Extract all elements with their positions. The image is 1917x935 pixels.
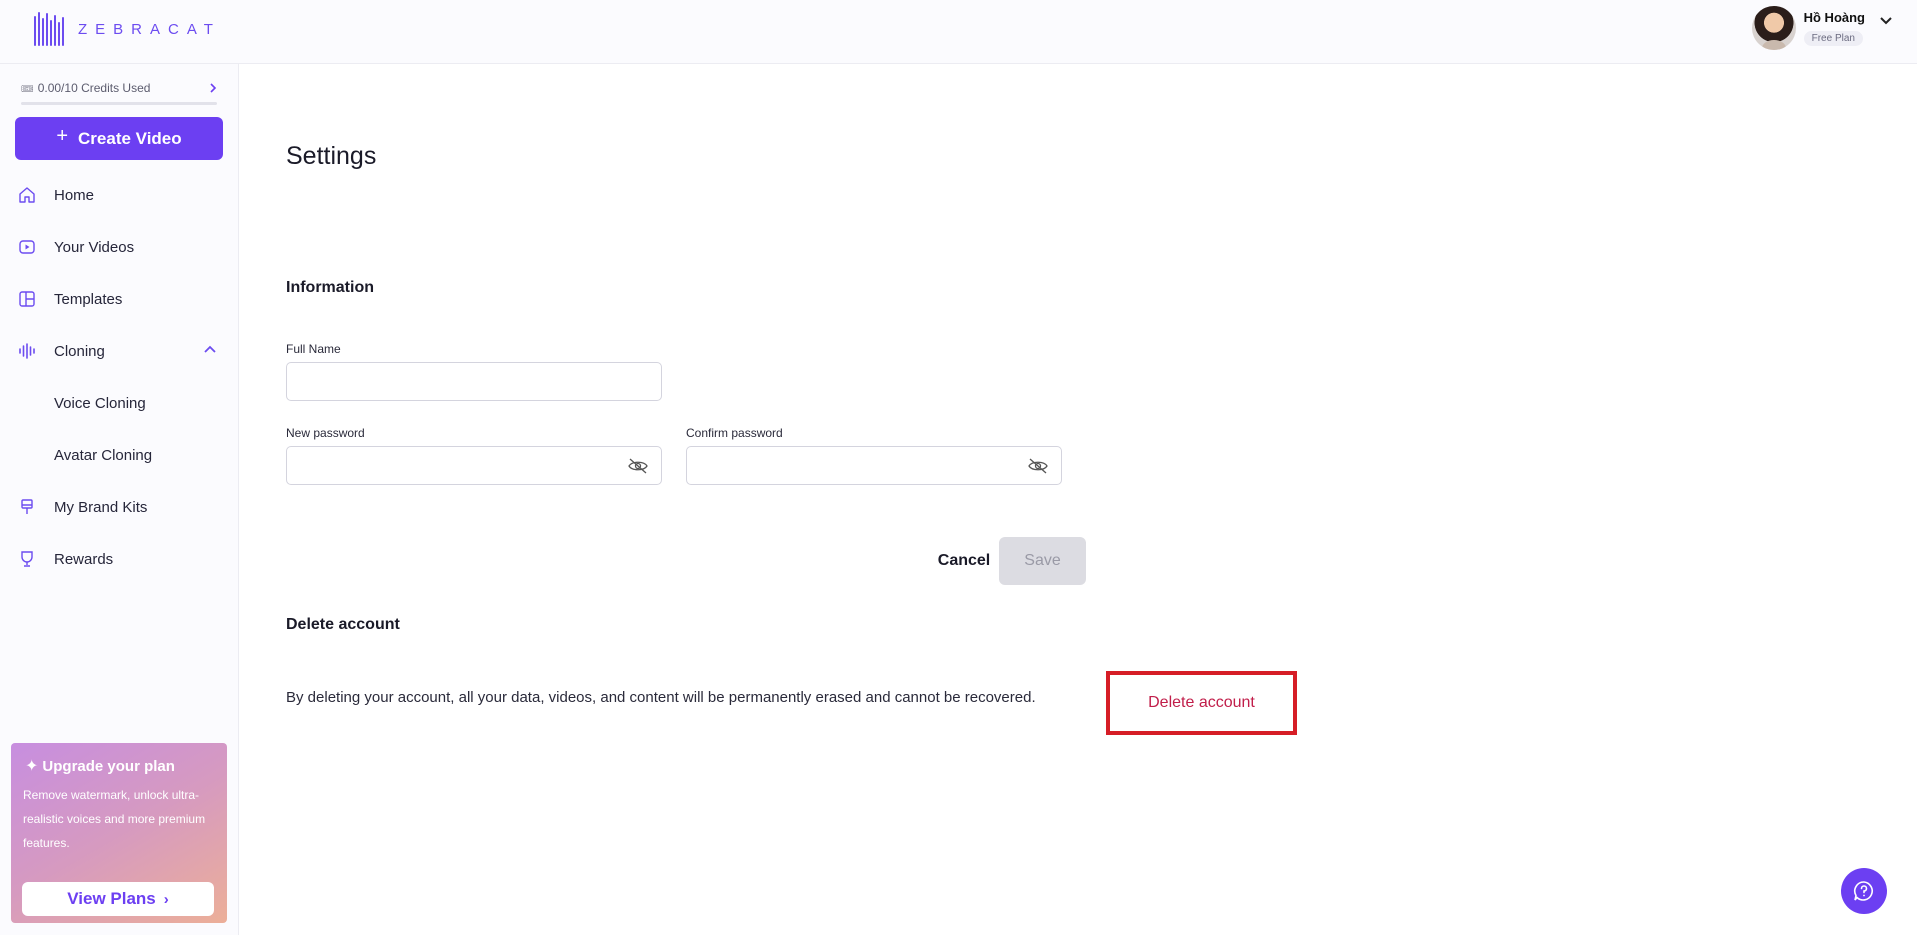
brush-icon xyxy=(18,498,36,516)
eye-off-icon[interactable] xyxy=(1027,457,1049,475)
brand-logo[interactable]: ZEBRACAT xyxy=(34,12,221,46)
upgrade-title-text: Upgrade your plan xyxy=(42,757,175,775)
sidebar-item-voice-cloning[interactable]: Voice Cloning xyxy=(0,377,239,429)
cancel-button[interactable]: Cancel xyxy=(924,537,1004,585)
confirm-password-input[interactable] xyxy=(687,447,1061,484)
video-icon xyxy=(18,238,36,256)
zebracat-logo-icon xyxy=(34,12,64,46)
sidebar-item-label: Rewards xyxy=(54,550,114,568)
settings-page: Settings Information Full Name New passw… xyxy=(240,64,1917,935)
save-button[interactable]: Save xyxy=(999,537,1086,585)
sidebar: 🎟 0.00/10 Credits Used + Create Video Hom… xyxy=(0,64,239,935)
create-video-label: Create Video xyxy=(78,128,182,148)
top-bar: ZEBRACAT Hồ Hoàng Free Plan xyxy=(0,0,1917,64)
plus-icon: + xyxy=(56,125,69,147)
sidebar-item-your-videos[interactable]: Your Videos xyxy=(0,221,239,273)
sidebar-item-cloning[interactable]: Cloning xyxy=(0,325,239,377)
create-video-button[interactable]: + Create Video xyxy=(15,117,223,160)
sparkle-icon: ✦ xyxy=(25,758,39,775)
confirm-password-field[interactable] xyxy=(686,446,1062,485)
user-menu[interactable]: Hồ Hoàng Free Plan xyxy=(1751,6,1893,50)
delete-account-heading: Delete account xyxy=(286,616,400,633)
new-password-label: New password xyxy=(286,426,365,440)
waveform-icon xyxy=(18,342,36,360)
page-title: Settings xyxy=(286,142,377,170)
sidebar-item-avatar-cloning[interactable]: Avatar Cloning xyxy=(0,429,239,481)
delete-account-description: By deleting your account, all your data,… xyxy=(286,689,1036,706)
new-password-field[interactable] xyxy=(286,446,662,485)
view-plans-button[interactable]: View Plans › xyxy=(22,882,214,916)
full-name-label: Full Name xyxy=(286,342,341,356)
full-name-input[interactable] xyxy=(287,363,661,400)
view-plans-label: View Plans xyxy=(67,889,156,908)
sidebar-item-label: Home xyxy=(54,186,95,204)
templates-icon xyxy=(18,290,36,308)
trophy-icon xyxy=(18,550,36,568)
eye-off-icon[interactable] xyxy=(627,457,649,475)
upgrade-title: ✦ Upgrade your plan xyxy=(25,756,175,776)
brand-name: ZEBRACAT xyxy=(78,20,221,38)
new-password-input[interactable] xyxy=(287,447,661,484)
sidebar-nav: Home Your Videos Templates Cloning Voice… xyxy=(0,169,239,585)
credits-icon: 🎟 xyxy=(21,84,34,95)
upgrade-card: ✦ Upgrade your plan Remove watermark, un… xyxy=(11,743,227,923)
information-heading: Information xyxy=(286,279,374,296)
help-chat-button[interactable] xyxy=(1841,868,1887,914)
avatar[interactable] xyxy=(1751,6,1796,50)
confirm-password-label: Confirm password xyxy=(686,426,783,440)
chevron-right-icon[interactable] xyxy=(209,83,217,93)
chevron-right-icon: › xyxy=(163,890,169,908)
sidebar-item-label: Cloning xyxy=(54,342,105,360)
home-icon xyxy=(18,186,36,204)
credits-label: 0.00/10 Credits Used xyxy=(37,81,151,95)
credits-progress-bar xyxy=(21,102,217,105)
sidebar-item-label: Your Videos xyxy=(54,238,135,256)
sidebar-item-label: Avatar Cloning xyxy=(54,446,153,464)
upgrade-description: Remove watermark, unlock ultra-realistic… xyxy=(23,788,206,850)
delete-account-button[interactable]: Delete account xyxy=(1148,694,1255,712)
help-icon xyxy=(1853,881,1873,901)
full-name-field[interactable] xyxy=(286,362,662,401)
sidebar-item-label: My Brand Kits xyxy=(54,498,148,516)
plan-badge: Free Plan xyxy=(1803,31,1863,46)
chevron-up-icon[interactable] xyxy=(203,342,217,356)
sidebar-item-label: Voice Cloning xyxy=(54,394,146,412)
sidebar-item-templates[interactable]: Templates xyxy=(0,273,239,325)
sidebar-item-rewards[interactable]: Rewards xyxy=(0,533,239,585)
credits-meter[interactable]: 🎟 0.00/10 Credits Used xyxy=(21,81,217,105)
delete-account-highlight: Delete account xyxy=(1106,671,1297,735)
sidebar-item-my-brand-kits[interactable]: My Brand Kits xyxy=(0,481,239,533)
sidebar-item-home[interactable]: Home xyxy=(0,169,239,221)
sidebar-item-label: Templates xyxy=(54,290,123,308)
user-name: Hồ Hoàng xyxy=(1803,10,1865,25)
chevron-down-icon[interactable] xyxy=(1879,14,1893,28)
